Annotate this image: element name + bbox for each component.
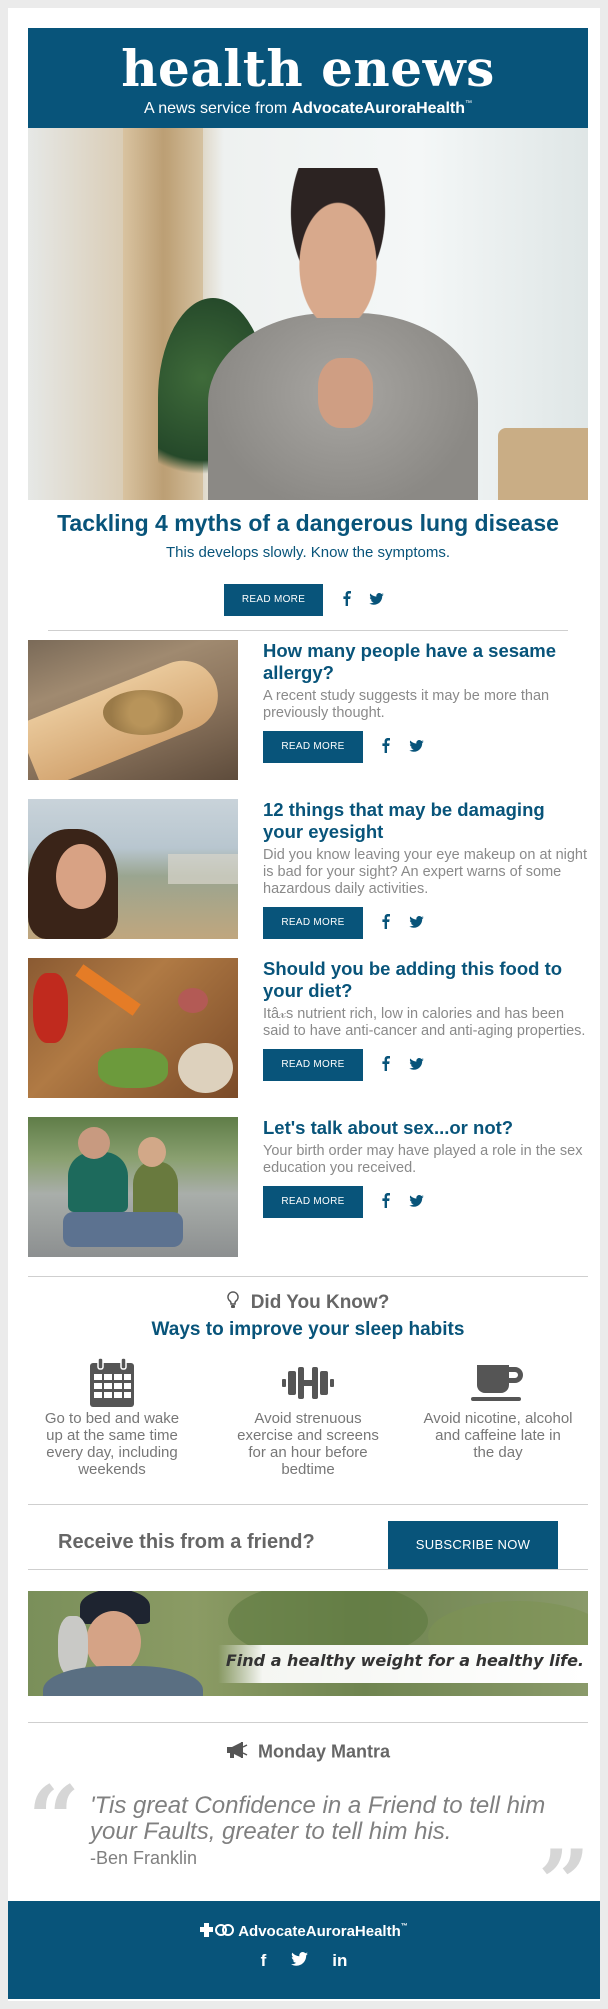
subscribe-question: Receive this from a friend? <box>58 1531 315 1553</box>
featured-image[interactable] <box>28 128 588 500</box>
lightbulb-icon <box>226 1291 239 1315</box>
footer-logo[interactable]: AdvocateAuroraHealth™ <box>8 1923 600 1941</box>
article-thumbnail[interactable] <box>28 799 238 939</box>
article-description: A recent study suggests it may be more t… <box>263 688 550 721</box>
article-thumbnail[interactable] <box>28 958 238 1098</box>
person-head-shape <box>278 168 398 318</box>
divider <box>48 630 568 631</box>
twitter-icon[interactable] <box>290 1951 308 1971</box>
cross-logo-icon <box>200 1923 235 1941</box>
tip-text: Avoid strenuous exercise and screens for… <box>237 1410 379 1478</box>
sofa-shape <box>498 428 588 500</box>
facebook-icon[interactable] <box>381 738 391 756</box>
article-thumbnail[interactable] <box>28 640 238 780</box>
article-text: Let's talk about sex...or not? Your birt… <box>263 1117 588 1218</box>
red-pepper-shape <box>33 973 68 1043</box>
article-thumbnail[interactable] <box>28 1117 238 1257</box>
woman-face-shape <box>86 1611 141 1673</box>
linkedin-icon[interactable]: in <box>332 1951 347 1971</box>
article-text: Should you be adding this food to your d… <box>263 958 588 1081</box>
article-text: 12 things that may be damaging your eyes… <box>263 799 588 939</box>
mushroom-bowl-shape <box>178 1043 233 1093</box>
newsletter-header[interactable]: health enews A news service from Advocat… <box>28 28 588 128</box>
article-item: How many people have a sesame allergy? A… <box>28 640 588 780</box>
dumbbell-icon <box>233 1355 383 1410</box>
read-more-button[interactable]: READ MORE <box>263 731 363 763</box>
tip-item: Avoid strenuous exercise and screens for… <box>233 1355 383 1478</box>
open-quote-icon: “ <box>28 1766 80 1872</box>
did-you-know-heading: Did You Know? <box>28 1291 588 1315</box>
boy-head-shape <box>138 1137 166 1167</box>
divider <box>28 1569 588 1570</box>
banner-tagline: Find a healthy weight for a healthy life… <box>225 1651 584 1670</box>
divider <box>28 1276 588 1277</box>
person-hand-shape <box>318 358 373 428</box>
article-description: Did you know leaving your eye makeup on … <box>263 847 588 897</box>
tip-item: Go to bed and wake up at the same time e… <box>37 1355 187 1478</box>
divider <box>28 1504 588 1505</box>
featured-actions: READ MORE <box>8 584 600 616</box>
boy-shirt-shape <box>133 1162 178 1217</box>
coffee-cup-icon <box>423 1355 573 1410</box>
footer: AdvocateAuroraHealth™ f in <box>8 1901 600 1999</box>
article-title[interactable]: 12 things that may be damaging your eyes… <box>263 799 588 843</box>
did-you-know-subheading: Ways to improve your sleep habits <box>151 1319 465 1340</box>
twitter-icon[interactable] <box>409 739 424 755</box>
footer-social: f in <box>8 1951 600 1971</box>
article-item: Should you be adding this food to your d… <box>28 958 588 1098</box>
read-more-button[interactable]: READ MORE <box>263 1186 363 1218</box>
article-title[interactable]: How many people have a sesame allergy? <box>263 640 588 684</box>
article-actions: READ MORE <box>263 907 588 939</box>
article-title[interactable]: Let's talk about sex...or not? <box>263 1117 588 1139</box>
man-shirt-shape <box>68 1152 128 1212</box>
facebook-icon[interactable] <box>381 914 391 932</box>
facebook-icon[interactable] <box>342 591 351 609</box>
facebook-icon[interactable]: f <box>261 1951 267 1971</box>
twitter-icon[interactable] <box>409 915 424 931</box>
mantra-quote: 'Tis great Confidence in a Friend to tel… <box>90 1792 546 1845</box>
twitter-icon[interactable] <box>409 1194 424 1210</box>
tip-text: Go to bed and wake up at the same time e… <box>44 1410 180 1478</box>
read-more-button[interactable]: READ MORE <box>224 584 324 616</box>
face-shape <box>56 844 106 909</box>
article-description: Itâ𝓍s nutrient rich, low in calories and… <box>263 1006 586 1039</box>
brand-logo: health enews <box>121 39 495 98</box>
mantra-author: -Ben Franklin <box>90 1848 198 1868</box>
potato-shape <box>178 988 208 1013</box>
article-actions: READ MORE <box>263 1186 588 1218</box>
monday-mantra-heading: Monday Mantra <box>28 1741 588 1764</box>
twitter-icon[interactable] <box>409 1057 424 1073</box>
tip-text: Avoid nicotine, alcohol and caffeine lat… <box>423 1410 573 1461</box>
article-item: Let's talk about sex...or not? Your birt… <box>28 1117 588 1257</box>
asparagus-shape <box>98 1048 168 1088</box>
facebook-icon[interactable] <box>381 1056 391 1074</box>
divider <box>28 1722 588 1723</box>
article-title[interactable]: Should you be adding this food to your d… <box>263 958 588 1002</box>
background-building-shape <box>168 854 238 884</box>
tip-item: Avoid nicotine, alcohol and caffeine lat… <box>423 1355 573 1461</box>
man-head-shape <box>78 1127 110 1159</box>
tagline: A news service from AdvocateAuroraHealth… <box>144 100 472 117</box>
megaphone-icon <box>226 1741 248 1764</box>
subscribe-now-button[interactable]: SUBSCRIBE NOW <box>388 1521 558 1569</box>
facebook-icon[interactable] <box>381 1193 391 1211</box>
jacket-shape <box>43 1666 203 1696</box>
seeds-shape <box>103 690 183 735</box>
calendar-icon <box>37 1355 187 1410</box>
read-more-button[interactable]: READ MORE <box>263 1049 363 1081</box>
article-item: 12 things that may be damaging your eyes… <box>28 799 588 939</box>
read-more-button[interactable]: READ MORE <box>263 907 363 939</box>
article-text: How many people have a sesame allergy? A… <box>263 640 588 763</box>
article-actions: READ MORE <box>263 1049 588 1081</box>
promo-banner[interactable]: Find a healthy weight for a healthy life… <box>28 1591 588 1696</box>
jeans-shape <box>63 1212 183 1247</box>
carrot-shape <box>75 964 141 1016</box>
featured-title[interactable]: Tackling 4 myths of a dangerous lung dis… <box>28 510 588 537</box>
twitter-icon[interactable] <box>369 592 384 608</box>
email-container: health enews A news service from Advocat… <box>8 8 600 2001</box>
featured-subtitle: This develops slowly. Know the symptoms. <box>166 544 450 561</box>
article-description: Your birth order may have played a role … <box>263 1143 583 1176</box>
article-actions: READ MORE <box>263 731 588 763</box>
